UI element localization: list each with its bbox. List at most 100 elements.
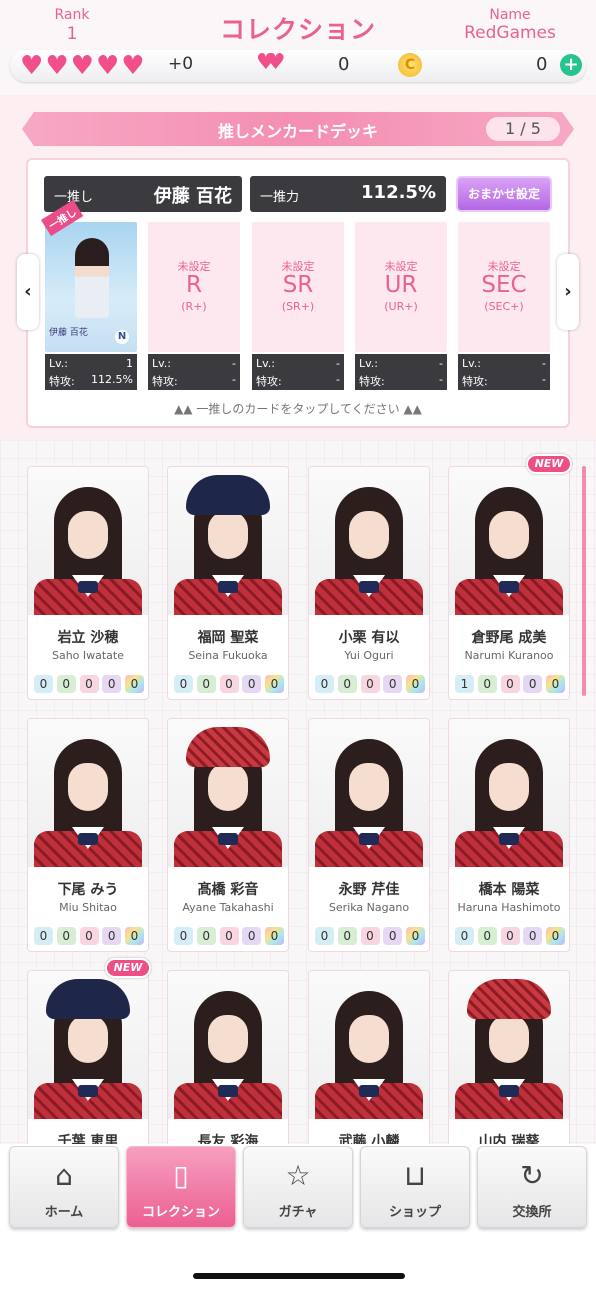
tab-label: ガチャ <box>278 1205 318 1220</box>
heart-item-count: 0 <box>338 54 350 75</box>
atk-value: - <box>542 373 546 386</box>
deck-slot-sr[interactable]: 未設定 SR (SR+) <box>252 222 344 352</box>
member-photo <box>28 971 148 1119</box>
rarity-count: 0 <box>34 927 53 945</box>
grid-scrollbar[interactable] <box>582 466 586 696</box>
photo-bow <box>78 581 98 593</box>
member-name: 下尾 みう <box>57 882 119 898</box>
rarity-count: 0 <box>174 675 193 693</box>
tab-shop[interactable]: ⊔ ショップ <box>360 1146 470 1228</box>
rarity-counts: 10000 <box>455 675 565 695</box>
member-card[interactable]: 髙橋 彩音 Ayane Takahashi 0 0 0 0 0 <box>167 718 289 952</box>
member-romaji: Yui Oguri <box>344 649 394 662</box>
slot-stats: Lv.: - 特攻: - <box>355 354 447 390</box>
tab-exchange[interactable]: ↻ 交換所 <box>477 1146 587 1228</box>
lv-value: 1 <box>126 357 133 370</box>
rarity-count: 0 <box>523 675 543 693</box>
rarity-count: 0 <box>102 927 122 945</box>
lv-value: - <box>439 357 443 370</box>
member-photo <box>449 719 569 867</box>
rarity-counts: 00000 <box>34 675 144 695</box>
book-icon: ▯ <box>173 1159 189 1192</box>
deck-page-indicator: 1 / 5 <box>486 117 560 141</box>
heart-icon: ♥ <box>95 51 120 81</box>
player-name[interactable]: RedGames <box>442 23 578 43</box>
home-icon: ⌂ <box>55 1159 73 1192</box>
photo-bow <box>359 1085 379 1097</box>
member-card[interactable]: 小栗 有以 Yui Oguri 0 0 0 0 0 <box>308 466 430 700</box>
lv-label: Lv.: <box>152 357 171 370</box>
coin-count: 0 <box>536 54 548 75</box>
heart-icon: ♥ <box>20 51 44 81</box>
rarity-counts: 00000 <box>34 927 144 947</box>
slot-rarity: SR <box>282 272 314 298</box>
photo-face <box>68 1015 108 1063</box>
heart-icon: ♥ <box>70 51 94 81</box>
member-romaji: Seina Fukuoka <box>188 649 268 662</box>
rarity-counts: 00000 <box>315 675 425 695</box>
rarity-count: 0 <box>500 675 520 693</box>
rarity-count: 0 <box>56 675 76 693</box>
heart-icon: ♥ <box>45 51 69 81</box>
main-oshi-card[interactable]: 一推し 伊藤 百花 N <box>41 199 137 352</box>
gacha-card-icon: ☆ <box>285 1159 311 1192</box>
rarity-count: 0 <box>196 927 216 945</box>
member-photo <box>168 971 288 1119</box>
lv-label: Lv.: <box>359 357 378 370</box>
photo-face <box>208 511 248 559</box>
next-deck-button[interactable]: › <box>557 254 579 330</box>
photo-bow <box>359 833 379 845</box>
member-card[interactable]: 福岡 聖菜 Seina Fukuoka 0 0 0 0 0 <box>167 466 289 700</box>
rarity-count: 0 <box>125 675 144 693</box>
photo-face <box>208 763 248 811</box>
atk-value: 112.5% <box>91 373 133 386</box>
lv-value: - <box>232 357 236 370</box>
status-bar: ♥ ♥ ♥ ♥ ♥ +0 ♥♥ 0 C 0 + <box>10 50 586 82</box>
rarity-count: 0 <box>56 927 76 945</box>
photo-face <box>489 763 529 811</box>
tab-home[interactable]: ⌂ ホーム <box>9 1146 119 1228</box>
member-name: 橋本 陽菜 <box>478 882 540 898</box>
photo-face <box>489 511 529 559</box>
member-romaji: Narumi Kuranoo <box>464 649 554 662</box>
lv-value: - <box>542 357 546 370</box>
member-name: 永野 芹佳 <box>338 882 400 898</box>
rarity-count: 0 <box>406 675 425 693</box>
rarity-counts: 00000 <box>174 927 284 947</box>
rarity-count: 0 <box>79 927 99 945</box>
member-card[interactable]: 岩立 沙穂 Saho Iwatate 0 0 0 0 0 <box>27 466 149 700</box>
member-name: 小栗 有以 <box>338 630 400 646</box>
prev-deck-button[interactable]: ‹ <box>17 254 39 330</box>
slot-stats: Lv.: - 特攻: - <box>458 354 550 390</box>
tab-collection[interactable]: ▯ コレクション <box>126 1146 236 1228</box>
member-card[interactable]: 倉野尾 成美 Narumi Kuranoo 1 0 0 0 0 <box>448 466 570 700</box>
deck-slot-ur[interactable]: 未設定 UR (UR+) <box>355 222 447 352</box>
add-coin-button[interactable]: + <box>560 54 582 76</box>
member-card[interactable]: 永野 芹佳 Serika Nagano 0 0 0 0 0 <box>308 718 430 952</box>
tab-gacha[interactable]: ☆ ガチャ <box>243 1146 353 1228</box>
rarity-count: 0 <box>383 675 403 693</box>
member-card[interactable]: 下尾 みう Miu Shitao 0 0 0 0 0 <box>27 718 149 952</box>
member-card[interactable]: 橋本 陽菜 Haruna Hashimoto 0 0 0 0 0 <box>448 718 570 952</box>
atk-value: - <box>336 373 340 386</box>
member-name: 福岡 聖菜 <box>197 630 259 646</box>
card-member-name: 伊藤 百花 <box>49 328 88 338</box>
rarity-count: 0 <box>196 675 216 693</box>
rarity-badge: N <box>115 330 129 344</box>
lv-label: Lv.: <box>256 357 275 370</box>
member-photo <box>75 238 109 318</box>
deck-slot-sec[interactable]: 未設定 SEC (SEC+) <box>458 222 550 352</box>
lv-label: Lv.: <box>462 357 481 370</box>
member-name: 倉野尾 成美 <box>471 630 547 646</box>
atk-label: 特攻: <box>49 375 75 388</box>
member-romaji: Serika Nagano <box>328 901 410 914</box>
photo-face <box>68 511 108 559</box>
oshi-power-box: 一推力 112.5% <box>250 176 446 212</box>
cart-icon: ⊔ <box>404 1159 426 1192</box>
photo-hat <box>46 979 130 1019</box>
deck-slot-r[interactable]: 未設定 R (R+) <box>148 222 240 352</box>
rarity-count: 0 <box>360 927 380 945</box>
member-photo <box>168 467 288 615</box>
auto-set-button[interactable]: おまかせ設定 <box>456 176 552 212</box>
lv-label: Lv.: <box>49 357 68 370</box>
